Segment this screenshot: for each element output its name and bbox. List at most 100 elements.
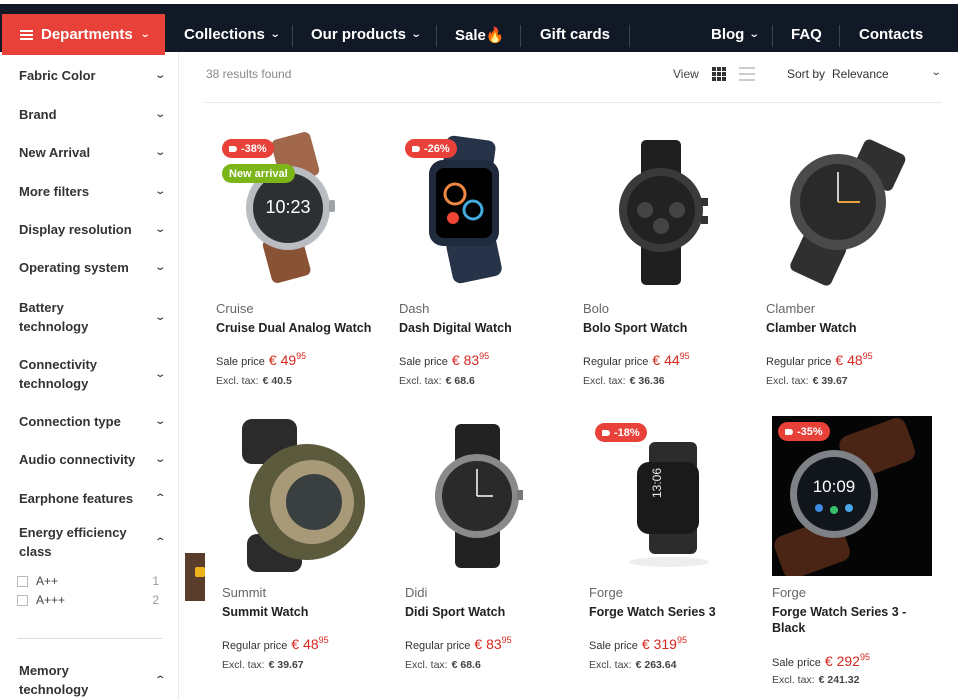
list-view-icon[interactable]: [739, 67, 755, 81]
chevron-down-icon: ⌄: [153, 70, 166, 81]
filter-more-filters[interactable]: More filters ⌄: [19, 182, 166, 201]
nav-faq[interactable]: FAQ: [791, 14, 822, 55]
product-brand: Forge: [772, 585, 806, 600]
filter-new-arrival[interactable]: New Arrival ⌄: [19, 143, 166, 162]
chevron-down-icon: ⌄: [269, 29, 281, 40]
product-card[interactable]: Clamber Clamber Watch Regular price € 489…: [766, 130, 936, 387]
product-price: Sale price € 29295: [772, 652, 870, 669]
product-image[interactable]: [222, 414, 382, 574]
svg-text:10:09: 10:09: [813, 477, 856, 496]
filter-label: Connectivity technology: [19, 357, 98, 391]
nav-label: Sale🔥: [455, 26, 505, 44]
product-price: Regular price € 4895: [766, 351, 873, 368]
product-card[interactable]: -26% Dash Dash Digital Watch Sale price €…: [399, 130, 569, 387]
product-card[interactable]: 10:09 -35% Forge Forge Watch Series 3 - …: [772, 416, 942, 686]
product-name[interactable]: Didi Sport Watch: [405, 604, 575, 620]
product-name[interactable]: Summit Watch: [222, 604, 392, 620]
product-brand: Didi: [405, 585, 428, 600]
nav-label: Contacts: [859, 26, 924, 43]
product-brand: Cruise: [216, 301, 254, 316]
nav-sale[interactable]: Sale🔥: [455, 14, 505, 55]
product-tax: Excl. tax: € 39.67: [766, 375, 848, 387]
filter-battery-technology[interactable]: Battery technology ⌄: [19, 298, 166, 336]
product-name[interactable]: Bolo Sport Watch: [583, 320, 753, 336]
checkbox[interactable]: [17, 575, 28, 587]
nav-our-products[interactable]: Our products ⌄: [311, 14, 422, 55]
chevron-down-icon: ⌄: [153, 262, 166, 273]
nav-divider: [436, 25, 437, 47]
nav-contacts[interactable]: Contacts: [859, 14, 923, 55]
chevron-down-icon: ⌄: [153, 368, 166, 380]
chevron-up-icon: ⌃: [153, 493, 166, 504]
filter-label: Audio connectivity: [19, 452, 136, 467]
filter-label: New Arrival: [19, 145, 91, 160]
departments-label: Departments: [41, 26, 133, 43]
product-name[interactable]: Cruise Dual Analog Watch: [216, 320, 386, 336]
product-tax: Excl. tax: € 68.6: [399, 375, 475, 387]
product-image[interactable]: [766, 130, 926, 290]
filter-connection-type[interactable]: Connection type ⌄: [19, 412, 166, 431]
filter-memory-technology[interactable]: Memory technology ⌃: [19, 661, 166, 699]
energy-option-a-plus-plus[interactable]: A++ 1: [17, 574, 159, 588]
checkbox[interactable]: [17, 594, 28, 606]
product-image[interactable]: [405, 414, 565, 574]
filter-energy-efficiency-class[interactable]: Energy efficiency class ⌃: [19, 523, 166, 561]
filter-connectivity-technology[interactable]: Connectivity technology ⌄: [19, 355, 166, 393]
filter-fabric-color[interactable]: Fabric Color ⌄: [19, 66, 166, 85]
grid-view-icon[interactable]: [712, 67, 726, 81]
product-price: Sale price € 8395: [399, 351, 490, 368]
filter-display-resolution[interactable]: Display resolution ⌄: [19, 220, 166, 239]
divider: [205, 102, 942, 103]
tag-icon: [602, 429, 610, 436]
product-brand: Summit: [222, 585, 267, 600]
filter-label: Brand: [19, 107, 57, 122]
product-card[interactable]: Bolo Bolo Sport Watch Regular price € 449…: [583, 130, 753, 387]
menu-icon: [20, 29, 33, 40]
nav-collections[interactable]: Collections ⌄: [184, 14, 281, 55]
product-brand: Bolo: [583, 301, 610, 316]
sort-label: Sort by: [787, 67, 826, 81]
chevron-down-icon: ⌄: [153, 311, 166, 323]
nav-divider: [772, 25, 773, 47]
product-name[interactable]: Forge Watch Series 3 - Black: [772, 604, 932, 636]
nav-gift-cards[interactable]: Gift cards: [540, 14, 610, 55]
chevron-down-icon: ⌄: [749, 29, 760, 40]
filter-earphone-features[interactable]: Earphone features ⌃: [19, 489, 166, 508]
filter-brand[interactable]: Brand ⌄: [19, 105, 166, 124]
energy-option-a-plus-plus-plus[interactable]: A+++ 2: [17, 593, 159, 607]
product-tax: Excl. tax: € 68.6: [405, 659, 481, 671]
product-name[interactable]: Clamber Watch: [766, 320, 936, 336]
filter-label: Battery technology: [19, 300, 89, 334]
new-arrival-badge: New arrival: [222, 164, 295, 183]
filter-operating-system[interactable]: Operating system ⌄: [19, 258, 166, 277]
product-tax: Excl. tax: € 241.32: [772, 674, 860, 686]
nav-divider: [629, 25, 630, 47]
product-card[interactable]: 13:06 -18% Forge Forge Watch Series 3 Sa…: [589, 414, 759, 671]
chevron-down-icon: ⌄: [153, 224, 166, 235]
filter-label: Display resolution: [19, 222, 132, 237]
product-name[interactable]: Forge Watch Series 3: [589, 604, 759, 620]
product-thumbnail[interactable]: [185, 553, 205, 601]
product-card[interactable]: Didi Didi Sport Watch Regular price € 839…: [405, 414, 575, 671]
chevron-down-icon: ⌄: [153, 416, 166, 427]
sort-select[interactable]: Relevance ⌄: [832, 67, 942, 81]
product-card[interactable]: Summit Summit Watch Regular price € 4895 …: [222, 414, 392, 671]
chevron-down-icon: ⌄: [410, 29, 422, 40]
product-tax: Excl. tax: € 263.64: [589, 659, 677, 671]
filter-audio-connectivity[interactable]: Audio connectivity ⌄: [19, 450, 166, 469]
nav-blog[interactable]: Blog ⌄: [711, 14, 760, 55]
product-card[interactable]: 10:23 -38% New arrival Cruise Cruise Dua…: [216, 130, 386, 387]
product-tax: Excl. tax: € 40.5: [216, 375, 292, 387]
departments-button[interactable]: Departments ⌄: [2, 14, 165, 55]
divider: [17, 638, 162, 639]
filter-label: Energy efficiency class: [19, 525, 127, 559]
product-price: Regular price € 4895: [222, 635, 329, 652]
chevron-up-icon: ⌃: [153, 536, 166, 548]
product-brand: Clamber: [766, 301, 816, 316]
product-name[interactable]: Dash Digital Watch: [399, 320, 569, 336]
chevron-down-icon: ⌄: [930, 67, 942, 78]
product-image[interactable]: [583, 130, 743, 290]
filter-label: Operating system: [19, 260, 129, 275]
product-price: Regular price € 4495: [583, 351, 690, 368]
filter-label: Memory technology: [19, 663, 89, 697]
